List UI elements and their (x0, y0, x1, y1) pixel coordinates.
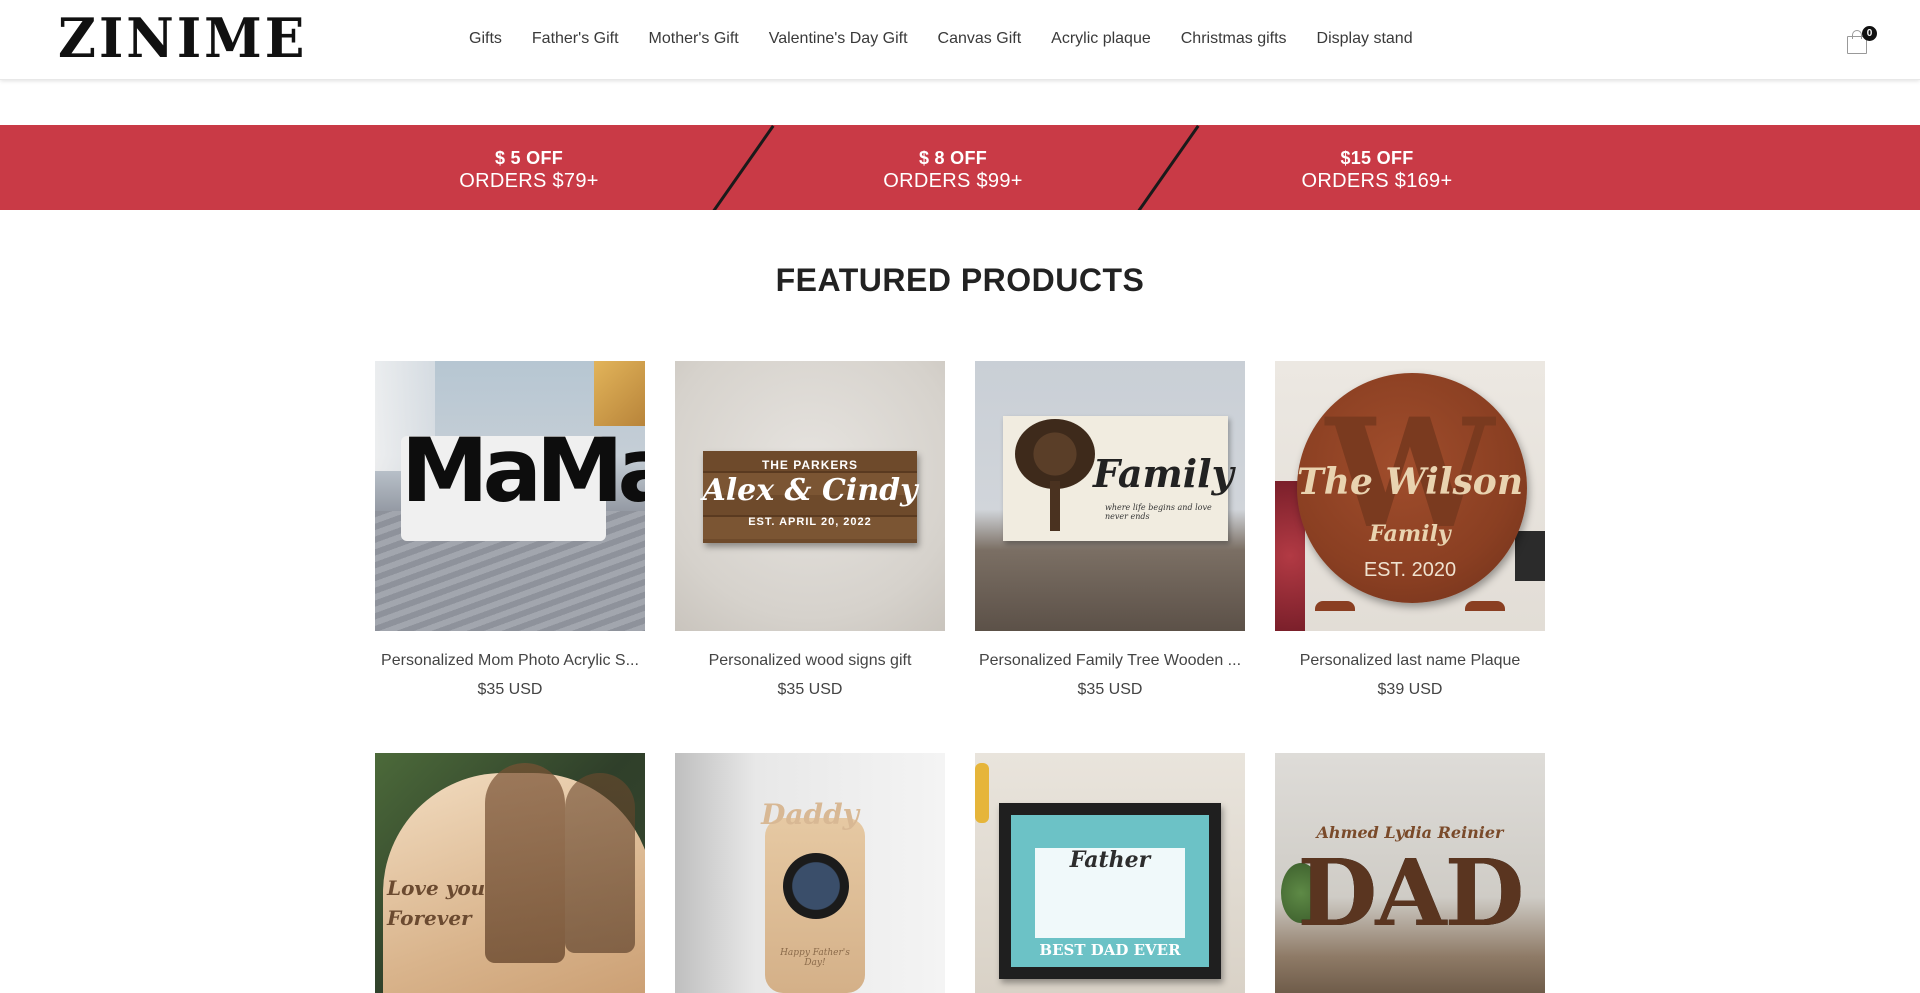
promo-discount: $ 5 OFF (494, 148, 564, 168)
promo-discount: $ 8 OFF (918, 148, 988, 168)
product-image[interactable]: Family where life begins and love never … (975, 361, 1245, 631)
product-art-text: MaMa (401, 419, 645, 522)
promo-tier-1: $ 5 OFF ORDERS $79+ (317, 125, 741, 210)
product-title[interactable]: Personalized wood signs gift (675, 651, 945, 671)
product-art-main: DAD (1297, 839, 1525, 947)
promo-banner: $ 5 OFF ORDERS $79+ $ 8 OFF ORDERS $99+ … (0, 125, 1920, 210)
main-nav: Gifts Father's Gift Mother's Gift Valent… (469, 29, 1413, 49)
promo-threshold: ORDERS $99+ (883, 170, 1023, 192)
product-image[interactable]: W The Wilson Family EST. 2020 (1275, 361, 1545, 631)
product-price: $35 USD (1077, 681, 1143, 698)
product-art-bottom: EST. APRIL 20, 2022 (748, 516, 872, 528)
site-logo[interactable]: ZINIME (58, 8, 307, 70)
product-art-top: THE PARKERS (761, 458, 859, 472)
product-art-bottom: EST. 2020 (1363, 559, 1457, 581)
product-art-main: Love you Forever (387, 876, 486, 930)
product-image[interactable]: Daddy Happy Father's Day! (675, 753, 945, 993)
product-card[interactable]: Daddy Happy Father's Day! (675, 753, 945, 993)
product-image[interactable]: MaMa (375, 361, 645, 631)
product-art-main: The Wilson (1296, 461, 1523, 503)
promo-threshold: ORDERS $169+ (1301, 170, 1453, 192)
featured-products-heading: FEATURED PRODUCTS (775, 262, 1145, 298)
product-art-main: Father (1069, 847, 1151, 873)
product-art-main: Family (1093, 451, 1234, 496)
product-card[interactable]: Love you Forever (375, 753, 645, 993)
product-card[interactable]: Family where life begins and love never … (975, 361, 1245, 700)
nav-item-fathers-gift[interactable]: Father's Gift (532, 29, 619, 49)
product-art-sub: Family (1369, 521, 1451, 547)
nav-item-acrylic-plaque[interactable]: Acrylic plaque (1051, 29, 1151, 49)
product-card[interactable]: MaMa Personalized Mom Photo Acrylic S...… (375, 361, 645, 700)
product-image[interactable]: THE PARKERS Alex & Cindy EST. APRIL 20, … (675, 361, 945, 631)
nav-item-display-stand[interactable]: Display stand (1317, 29, 1413, 49)
product-art-main: Alex & Cindy (702, 473, 918, 508)
promo-tier-2: $ 8 OFF ORDERS $99+ (741, 125, 1165, 210)
product-card[interactable]: THE PARKERS Alex & Cindy EST. APRIL 20, … (675, 361, 945, 700)
nav-item-gifts[interactable]: Gifts (469, 29, 502, 49)
cart-count-badge: 0 (1862, 26, 1877, 41)
product-art-sub: where life begins and love never ends (1105, 503, 1212, 521)
cart-button[interactable]: 0 (1845, 26, 1877, 54)
product-title[interactable]: Personalized Family Tree Wooden ... (975, 651, 1245, 671)
product-art-sub: Happy Father's Day! (780, 948, 850, 968)
product-price: $39 USD (1377, 681, 1443, 698)
nav-item-canvas-gift[interactable]: Canvas Gift (938, 29, 1022, 49)
promo-discount: $15 OFF (1340, 148, 1414, 168)
nav-item-christmas-gifts[interactable]: Christmas gifts (1181, 29, 1287, 49)
product-image[interactable]: Love you Forever (375, 753, 645, 993)
promo-threshold: ORDERS $79+ (459, 170, 599, 192)
site-header: ZINIME Gifts Father's Gift Mother's Gift… (0, 0, 1920, 80)
product-card[interactable]: Ahmed Lydia Reinier DAD (1275, 753, 1545, 993)
product-art-main: Daddy (761, 798, 859, 831)
product-art-bottom: BEST DAD EVER (1039, 941, 1181, 959)
product-card[interactable]: Father BEST DAD EVER (975, 753, 1245, 993)
product-title[interactable]: Personalized last name Plaque (1275, 651, 1545, 671)
product-image[interactable]: Ahmed Lydia Reinier DAD (1275, 753, 1545, 993)
product-price: $35 USD (477, 681, 543, 698)
promo-tier-3: $15 OFF ORDERS $169+ (1165, 125, 1589, 210)
product-price: $35 USD (777, 681, 843, 698)
nav-item-valentines-day-gift[interactable]: Valentine's Day Gift (769, 29, 908, 49)
nav-item-mothers-gift[interactable]: Mother's Gift (649, 29, 739, 49)
product-card[interactable]: W The Wilson Family EST. 2020 Personaliz… (1275, 361, 1545, 700)
product-image[interactable]: Father BEST DAD EVER (975, 753, 1245, 993)
product-title[interactable]: Personalized Mom Photo Acrylic S... (375, 651, 645, 671)
